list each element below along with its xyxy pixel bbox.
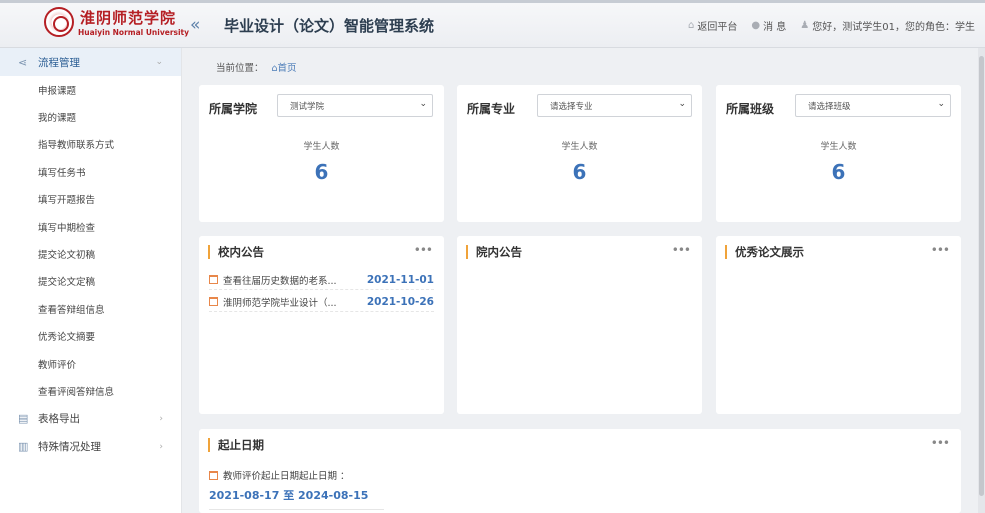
notice-item[interactable]: 淮阴师范学院毕业设计（... 2021-10-26 bbox=[209, 292, 434, 312]
student-count-caption: 学生人数 bbox=[561, 142, 598, 152]
messages-link[interactable]: ● 消 息 bbox=[751, 18, 786, 33]
seal-icon bbox=[44, 7, 74, 37]
chevron-right-icon: › bbox=[159, 441, 163, 452]
chevron-right-icon: › bbox=[159, 413, 163, 424]
table-export-icon: ▤ bbox=[18, 412, 29, 426]
sidebar-item-apply-topic[interactable]: 申报课题 bbox=[0, 76, 181, 103]
student-count-caption: 学生人数 bbox=[303, 142, 340, 152]
calendar-icon bbox=[209, 297, 218, 306]
sidebar-item-teacher-evaluation[interactable]: 教师评价 bbox=[0, 350, 181, 377]
sidebar-item-my-topic[interactable]: 我的课题 bbox=[0, 103, 181, 130]
sidebar-item-opening-report[interactable]: 填写开题报告 bbox=[0, 186, 181, 213]
chevron-down-icon: ⌄ bbox=[678, 99, 686, 109]
college-select[interactable]: 测试学院 ⌄ bbox=[277, 94, 433, 117]
more-icon[interactable]: ••• bbox=[414, 243, 433, 257]
more-icon[interactable]: ••• bbox=[931, 436, 950, 450]
sidebar-item-submit-draft[interactable]: 提交论文初稿 bbox=[0, 240, 181, 267]
major-select[interactable]: 请选择专业 ⌄ bbox=[537, 94, 692, 117]
app-title: 毕业设计（论文）智能管理系统 bbox=[224, 17, 435, 35]
more-icon[interactable]: ••• bbox=[672, 243, 691, 257]
college-notice-panel: 院内公告 ••• bbox=[457, 236, 702, 414]
breadcrumb-home-link[interactable]: ⌂首页 bbox=[272, 63, 297, 74]
message-icon: ● bbox=[751, 20, 761, 31]
user-info: ♟ 您好，测试学生01，您的角色：学生 bbox=[800, 18, 975, 33]
sidebar-group-label: 表格导出 bbox=[38, 413, 80, 426]
chevron-down-icon: ⌄ bbox=[419, 99, 427, 109]
notice-title: 查看往届历史数据的老系... bbox=[223, 275, 337, 287]
sidebar-item-review-defense-info[interactable]: 查看评阅答辩信息 bbox=[0, 377, 181, 404]
logo-chinese-name: 淮阴师范学院 bbox=[80, 9, 177, 27]
sidebar-item-advisor-contact[interactable]: 指导教师联系方式 bbox=[0, 131, 181, 158]
calendar-icon bbox=[209, 470, 218, 480]
college-stat-card: 所属学院 测试学院 ⌄ 学生人数 6 bbox=[199, 85, 444, 222]
notice-date: 2021-10-26 bbox=[366, 295, 434, 308]
sidebar-group-process[interactable]: ⋖ 流程管理 ⌄ bbox=[0, 48, 181, 76]
sidebar-group-label: 流程管理 bbox=[38, 56, 80, 69]
select-value: 测试学院 bbox=[290, 101, 325, 112]
university-logo[interactable]: 淮阴师范学院 Huaiyin Normal University bbox=[44, 7, 189, 41]
return-platform-link[interactable]: ⌂ 返回平台 bbox=[688, 18, 737, 33]
logo-english-name: Huaiyin Normal University bbox=[78, 28, 190, 37]
chevron-down-icon: ⌄ bbox=[937, 99, 945, 109]
top-right-links: ⌂ 返回平台 ● 消 息 ♟ 您好，测试学生01，您的角色：学生 bbox=[688, 18, 975, 33]
more-icon[interactable]: ••• bbox=[931, 243, 950, 257]
sidebar-item-midterm-check[interactable]: 填写中期检查 bbox=[0, 213, 181, 240]
sidebar: ⋖ 流程管理 ⌄ 申报课题 我的课题 指导教师联系方式 填写任务书 填写开题报告… bbox=[0, 48, 182, 513]
sidebar-group-export[interactable]: ▤ 表格导出 › bbox=[0, 405, 181, 433]
student-count: 6 bbox=[314, 160, 329, 184]
breadcrumb: 当前位置： ⌂首页 bbox=[216, 60, 297, 74]
notice-item[interactable]: 查看往届历史数据的老系... 2021-11-01 bbox=[209, 270, 434, 290]
sidebar-item-submit-final[interactable]: 提交论文定稿 bbox=[0, 268, 181, 295]
document-icon: ▥ bbox=[18, 440, 29, 454]
breadcrumb-home-label: 首页 bbox=[277, 63, 297, 74]
breadcrumb-label: 当前位置： bbox=[216, 63, 264, 74]
deadline-range: 2021-08-17 至 2024-08-15 bbox=[209, 487, 384, 510]
share-icon: ⋖ bbox=[18, 55, 28, 69]
user-icon: ♟ bbox=[800, 20, 810, 31]
panel-title: 起止日期 bbox=[208, 438, 264, 452]
sidebar-group-label: 特殊情况处理 bbox=[38, 441, 101, 454]
student-count-caption: 学生人数 bbox=[820, 142, 857, 152]
card-label: 所属班级 bbox=[726, 102, 775, 116]
student-count: 6 bbox=[831, 160, 846, 184]
student-count: 6 bbox=[572, 160, 587, 184]
excellent-paper-panel: 优秀论文展示 ••• bbox=[716, 236, 961, 414]
chevron-down-icon: ⌄ bbox=[155, 57, 163, 67]
class-select[interactable]: 请选择班级 ⌄ bbox=[795, 94, 951, 117]
card-label: 所属学院 bbox=[209, 102, 258, 116]
deadline-item: 教师评价起止日期起止日期 ： bbox=[209, 468, 350, 482]
class-stat-card: 所属班级 请选择班级 ⌄ 学生人数 6 bbox=[716, 85, 961, 222]
vertical-scrollbar[interactable] bbox=[978, 48, 985, 513]
home-icon: ⌂ bbox=[688, 20, 695, 31]
select-value: 请选择班级 bbox=[808, 101, 851, 112]
major-stat-card: 所属专业 请选择专业 ⌄ 学生人数 6 bbox=[457, 85, 702, 222]
notice-title: 淮阴师范学院毕业设计（... bbox=[223, 297, 337, 309]
sidebar-item-task-book[interactable]: 填写任务书 bbox=[0, 158, 181, 185]
scrollbar-thumb[interactable] bbox=[979, 56, 984, 496]
panel-title: 院内公告 bbox=[466, 245, 522, 259]
top-bar: 淮阴师范学院 Huaiyin Normal University « 毕业设计（… bbox=[0, 0, 985, 48]
notice-date: 2021-11-01 bbox=[366, 273, 434, 286]
calendar-icon bbox=[209, 275, 218, 284]
panel-title: 优秀论文展示 bbox=[725, 245, 804, 259]
card-label: 所属专业 bbox=[467, 102, 516, 116]
deadline-label: 教师评价起止日期起止日期 ： bbox=[223, 471, 350, 482]
messages-label: 消 息 bbox=[763, 22, 787, 33]
collapse-sidebar-icon[interactable]: « bbox=[190, 15, 200, 35]
sidebar-item-defense-group[interactable]: 查看答辩组信息 bbox=[0, 295, 181, 322]
select-value: 请选择专业 bbox=[550, 101, 593, 112]
panel-title: 校内公告 bbox=[208, 245, 264, 259]
deadline-panel: 起止日期 ••• 教师评价起止日期起止日期 ： 2021-08-17 至 202… bbox=[199, 429, 961, 513]
sidebar-group-special[interactable]: ▥ 特殊情况处理 › bbox=[0, 433, 181, 461]
return-platform-label: 返回平台 bbox=[697, 22, 738, 33]
sidebar-item-excellent-abstract[interactable]: 优秀论文摘要 bbox=[0, 323, 181, 350]
school-notice-panel: 校内公告 ••• 查看往届历史数据的老系... 2021-11-01 淮阴师范学… bbox=[199, 236, 444, 414]
user-greeting: 您好，测试学生01，您的角色：学生 bbox=[812, 22, 975, 33]
